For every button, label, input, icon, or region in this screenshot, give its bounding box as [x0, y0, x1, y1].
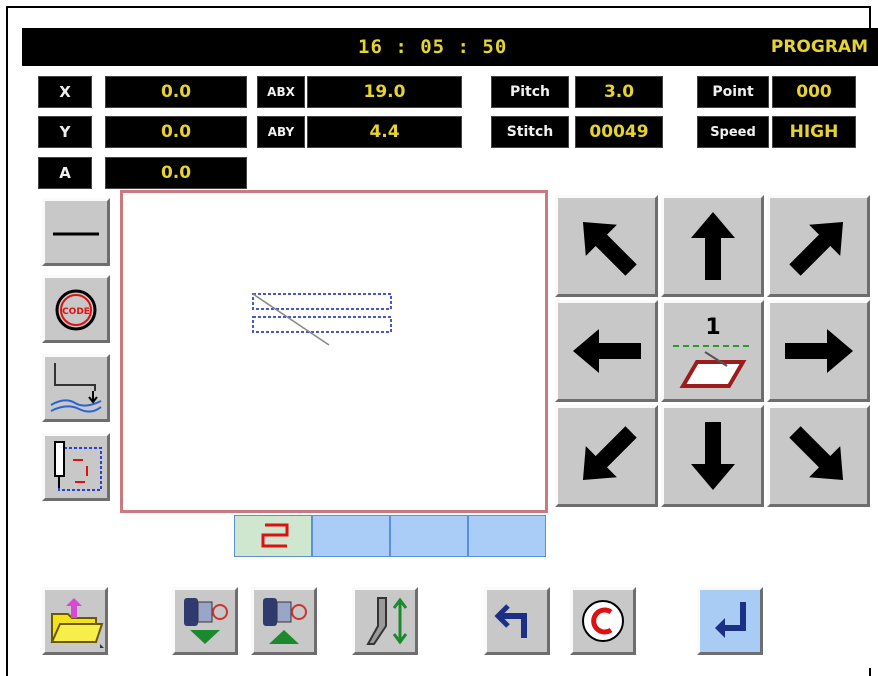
presser-foot-icon: [366, 597, 408, 645]
jog-up-right-button[interactable]: [767, 195, 870, 297]
a-label: A: [38, 157, 92, 189]
jog-up-button[interactable]: [661, 195, 764, 297]
arrow-up-left-icon: [582, 221, 637, 276]
aby-label: ABY: [257, 116, 305, 148]
pitch-value: 3.0: [575, 76, 663, 108]
clear-icon: [582, 600, 624, 642]
code-icon: CODE: [55, 289, 97, 331]
abx-label: ABX: [257, 76, 305, 108]
jog-down-button[interactable]: [661, 405, 764, 507]
code-icon-text: CODE: [62, 307, 90, 317]
open-folder-icon: [50, 598, 104, 648]
enter-button[interactable]: [697, 587, 763, 655]
bobbin-up-button[interactable]: [251, 587, 317, 655]
pattern-tab-1[interactable]: [234, 515, 312, 557]
jog-speed-button[interactable]: 1: [661, 300, 764, 402]
arrow-down-icon: [690, 422, 735, 490]
code-button[interactable]: CODE: [42, 275, 110, 343]
aby-value: 4.4: [307, 116, 462, 148]
jog-speed-value: 1: [705, 315, 720, 340]
arrow-up-icon: [690, 212, 735, 280]
zigzag-pattern-icon: [261, 523, 289, 548]
abx-value: 19.0: [307, 76, 462, 108]
clear-button[interactable]: [570, 587, 636, 655]
stitch-label: Stitch: [491, 116, 569, 148]
undo-icon: [494, 604, 527, 638]
jog-up-left-button[interactable]: [555, 195, 658, 297]
jog-down-right-button[interactable]: [767, 405, 870, 507]
arrow-down-left-icon: [582, 426, 637, 481]
needle-height-icon: [50, 363, 102, 413]
arrow-left-icon: [572, 329, 641, 373]
point-value: 000: [772, 76, 856, 108]
arrow-up-right-icon: [788, 221, 843, 276]
trace-frame-button[interactable]: [42, 433, 110, 501]
point-label: Point: [697, 76, 769, 108]
pattern-tab-2[interactable]: [312, 515, 390, 557]
a-value: 0.0: [105, 157, 247, 189]
enter-icon: [715, 602, 746, 638]
jog-down-left-button[interactable]: [555, 405, 658, 507]
speed-label: Speed: [697, 116, 769, 148]
needle-height-button[interactable]: [42, 354, 110, 422]
x-value: 0.0: [105, 76, 247, 108]
y-value: 0.0: [105, 116, 247, 148]
line-tool-button[interactable]: [42, 198, 110, 266]
stitch-value: 00049: [575, 116, 663, 148]
pitch-label: Pitch: [491, 76, 569, 108]
jog-speed-icon: 1: [672, 315, 753, 388]
pattern-tab-4[interactable]: [468, 515, 546, 557]
mode-label: PROGRAM: [770, 37, 868, 57]
clock-display: 16 : 05 : 50: [358, 36, 508, 58]
trace-frame-icon: [54, 441, 102, 491]
presser-foot-button[interactable]: [352, 587, 418, 655]
y-label: Y: [38, 116, 92, 148]
pattern-canvas[interactable]: [120, 190, 548, 513]
speed-value: HIGH: [772, 116, 856, 148]
bobbin-down-icon: [184, 598, 228, 644]
arrow-down-right-icon: [788, 426, 843, 481]
bobbin-up-icon: [263, 598, 307, 644]
jog-right-button[interactable]: [767, 300, 870, 402]
bobbin-down-button[interactable]: [172, 587, 238, 655]
line-icon: [53, 232, 99, 236]
arrow-right-icon: [784, 329, 853, 373]
open-file-button[interactable]: [42, 587, 108, 655]
x-label: X: [38, 76, 92, 108]
pattern-tab-3[interactable]: [390, 515, 468, 557]
jog-left-button[interactable]: [555, 300, 658, 402]
undo-button[interactable]: [484, 587, 550, 655]
status-bar: 16 : 05 : 50 PROGRAM: [22, 28, 878, 66]
pattern-preview: [252, 293, 392, 346]
